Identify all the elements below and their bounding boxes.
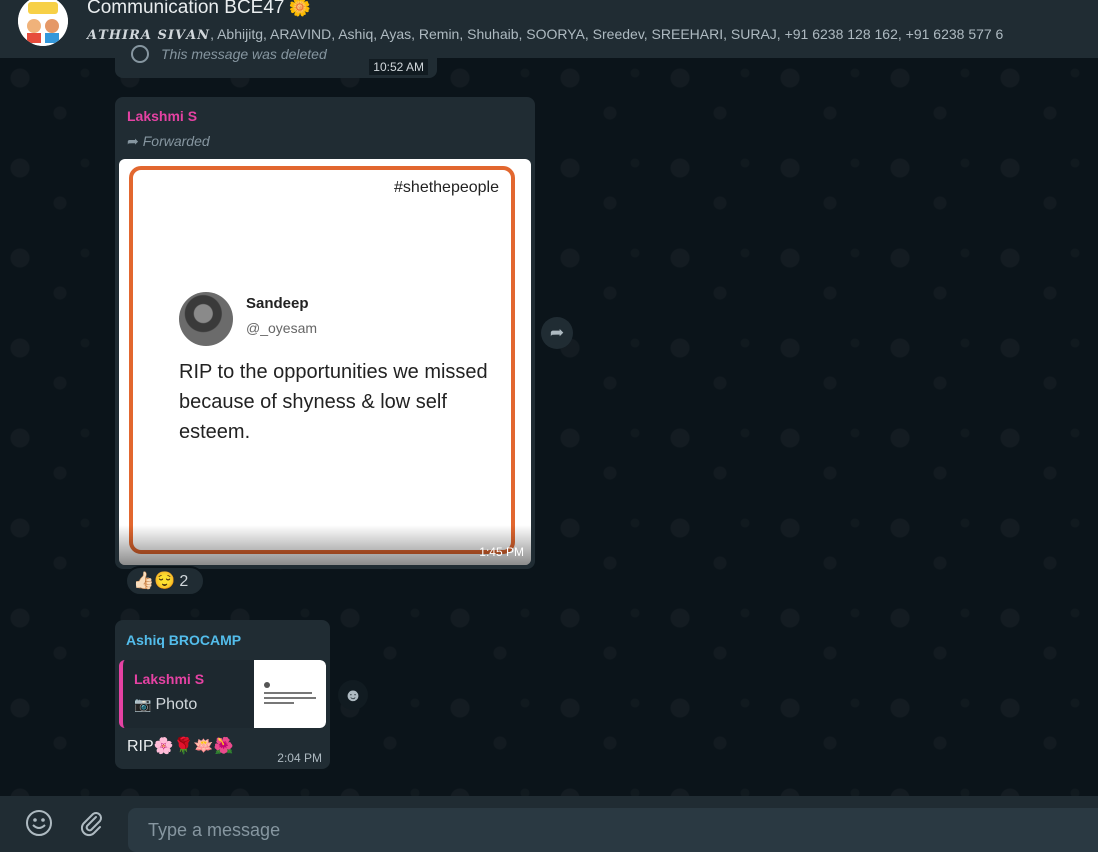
message-photo[interactable]: #shethepeople Sandeep @_oyesam RIP to th… <box>119 159 531 565</box>
camera-icon: 📷 <box>134 696 152 712</box>
composer-bar <box>0 796 1098 852</box>
flower-icon: 🌼 <box>288 0 311 17</box>
forwarded-text: Forwarded <box>142 133 210 149</box>
forwarded-label: ➦ Forwarded <box>127 133 210 150</box>
message-sender[interactable]: Ashiq BROCAMP <box>126 632 241 648</box>
tweet-author-name: Sandeep <box>246 295 309 312</box>
photo-hashtag: #shethepeople <box>394 179 499 196</box>
message-input[interactable] <box>128 808 1098 852</box>
image-message[interactable]: Lakshmi S ➦ Forwarded #shethepeople Sande… <box>115 97 535 569</box>
member-list: , Abhijitg, ARAVIND, Ashiq, Ayas, Remin,… <box>210 26 1004 42</box>
thumbnail-line <box>264 692 312 694</box>
tweet-author-avatar <box>179 292 233 346</box>
attach-icon[interactable] <box>76 808 106 845</box>
tweet-text: RIP to the opportunities we missed becau… <box>179 361 488 443</box>
emoji-icon[interactable] <box>24 808 54 845</box>
photo-shade <box>119 525 531 565</box>
group-title-text: Communication BCE47 <box>87 0 285 18</box>
group-title[interactable]: Communication BCE47 🌼 <box>87 0 311 19</box>
message-composer[interactable] <box>128 808 1098 852</box>
reaction-emojis: 👍🏻😌 <box>133 571 176 590</box>
group-members: 𝑨𝑻𝑯𝑰𝑹𝑨 𝑺𝑰𝑽𝑨𝑵, Abhijitg, ARAVIND, Ashiq, … <box>87 26 1003 43</box>
tweet-author-handle: @_oyesam <box>246 320 318 336</box>
deleted-message-text: This message was deleted <box>161 46 327 62</box>
thumbnail-line <box>264 702 294 704</box>
group-avatar[interactable] <box>18 0 68 46</box>
quoted-message[interactable]: Lakshmi S 📷 Photo <box>119 660 326 728</box>
thumbnail-line <box>264 697 316 699</box>
reply-message[interactable]: Ashiq BROCAMP Lakshmi S 📷 Photo RIP🌸🌹🪷🌺 2… <box>115 620 330 769</box>
forward-icon: ➦ <box>127 133 139 149</box>
message-time: 10:52 AM <box>369 59 428 75</box>
member-fancy-name: 𝑨𝑻𝑯𝑰𝑹𝑨 𝑺𝑰𝑽𝑨𝑵 <box>87 28 211 43</box>
quoted-thumbnail <box>254 660 326 728</box>
quoted-sender: Lakshmi S <box>134 671 205 687</box>
message-text: RIP🌸🌹🪷🌺 <box>127 738 234 755</box>
deleted-message[interactable]: This message was deleted 10:52 AM <box>115 45 437 78</box>
quoted-type: 📷 Photo <box>134 696 197 714</box>
reaction-count: 2 <box>179 573 189 590</box>
message-time: 1:45 PM <box>479 545 524 559</box>
message-time: 2:04 PM <box>277 751 322 765</box>
quoted-type-label: Photo <box>155 696 198 713</box>
thumbnail-avatar <box>264 682 270 688</box>
deleted-icon <box>131 45 149 63</box>
message-reactions[interactable]: 👍🏻😌 2 <box>125 566 205 596</box>
message-sender[interactable]: Lakshmi S <box>127 108 197 124</box>
react-emoji-icon[interactable]: ☻ <box>338 680 368 710</box>
share-icon[interactable]: ➦ <box>541 317 573 349</box>
